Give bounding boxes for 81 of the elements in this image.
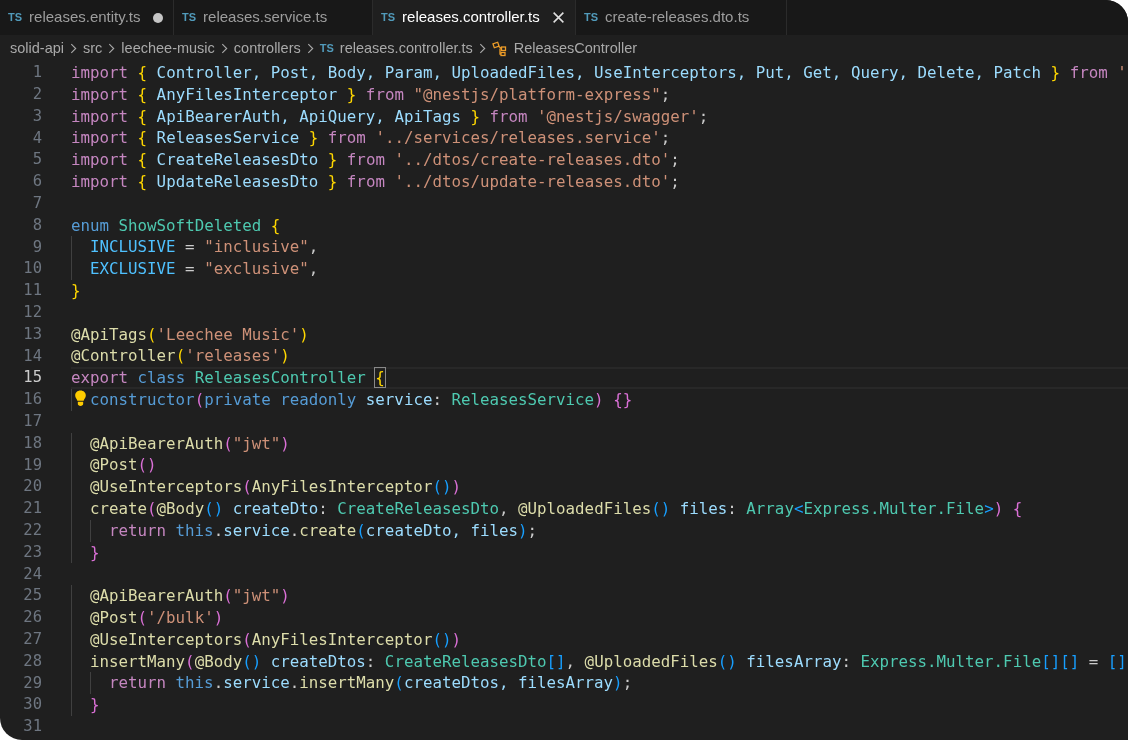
line-number: 8 — [31, 214, 42, 236]
line-number: 3 — [31, 105, 42, 127]
line-number: 29 — [22, 672, 42, 694]
code-line: import { ApiBearerAuth, ApiQuery, ApiTags } from '@nestjs/swagger'; — [71, 105, 709, 128]
chevron-icon — [70, 43, 77, 54]
lightbulb-icon[interactable] — [74, 389, 87, 407]
line-number: 25 — [22, 585, 42, 607]
code-line: constructor(private readonly service: ReleasesService) {} — [90, 388, 633, 411]
code-line: @ApiTags('Leechee Music') — [71, 323, 309, 346]
code-line: @Controller('releases') — [71, 345, 290, 368]
line-number: 5 — [31, 149, 42, 171]
line-number: 28 — [22, 650, 42, 672]
code-line: import { UpdateReleasesDto } from '../dtos/update-releases.dto'; — [71, 171, 680, 193]
line-number: 24 — [22, 563, 42, 585]
line-number: 23 — [22, 541, 42, 563]
typescript-icon: TS — [319, 40, 334, 57]
line-number: 19 — [22, 454, 42, 476]
line-number: 18 — [22, 432, 42, 454]
tab-label: create-releases.dto.ts — [605, 7, 751, 28]
line-number: 16 — [22, 389, 42, 411]
code-line: @ApiBearerAuth("jwt") — [90, 432, 290, 455]
code-line: } — [90, 694, 100, 716]
line-number: 11 — [22, 280, 42, 302]
code-line: return this.service.create(createDto, files); — [109, 519, 538, 542]
line-number: 21 — [22, 498, 42, 520]
line-number: 13 — [22, 323, 42, 345]
code-line: } — [71, 279, 81, 302]
line-number: 1 — [31, 62, 42, 84]
tab-label: releases.service.ts — [203, 7, 329, 28]
code-line: @UseInterceptors(AnyFilesInterceptor()) — [90, 476, 461, 498]
code-line: @ApiBearerAuth("jwt") — [90, 585, 290, 607]
line-number: 22 — [22, 520, 42, 541]
line-number: 10 — [22, 258, 42, 280]
breadcrumb-item[interactable]: solid-api — [10, 37, 64, 60]
breadcrumb-item[interactable]: ReleasesController — [513, 37, 638, 60]
code-line: import { Controller, Post, Body, Param, UploadedFiles, UseInterceptors, Put, Get, Query, Delete, Patch } from ' — [71, 62, 1127, 84]
line-number: 26 — [22, 607, 42, 629]
code-line: @Post('/bulk') — [90, 606, 224, 629]
chevron-icon — [108, 43, 116, 54]
breadcrumb-item[interactable]: leechee-music — [121, 37, 215, 60]
line-number: 2 — [31, 84, 42, 106]
chevron-icon — [478, 43, 486, 54]
close-icon[interactable] — [552, 11, 565, 24]
line-number: 31 — [22, 716, 42, 738]
class-symbol-icon — [491, 40, 508, 57]
code-line: @UseInterceptors(AnyFilesInterceptor()) — [90, 628, 461, 651]
line-number: 15 — [22, 367, 42, 389]
line-number: 30 — [22, 694, 42, 716]
code-line: insertMany(@Body() createDtos: CreateReleasesDto[], @UploadedFiles() filesArray: Express.Multer.File[][] = [] — [90, 650, 1127, 673]
tab-label: releases.controller.ts — [402, 7, 541, 28]
editor-tab[interactable]: TS releases.controller.ts — [373, 0, 576, 35]
breadcrumb-item[interactable]: controllers — [233, 37, 301, 60]
code-line: export class ReleasesController { — [71, 367, 385, 389]
line-number: 17 — [22, 411, 42, 433]
line-number: 4 — [31, 127, 42, 149]
code-line: import { CreateReleasesDto } from '../dtos/create-releases.dto'; — [71, 149, 680, 171]
typescript-icon: TS — [381, 9, 396, 26]
line-number: 6 — [31, 171, 42, 193]
code-line: import { ReleasesService } from '../services/releases.service'; — [71, 127, 671, 150]
line-number: 27 — [22, 629, 42, 650]
code-line: return this.service.insertMany(createDtos, filesArray); — [109, 672, 633, 695]
code-line: enum ShowSoftDeleted { — [71, 214, 281, 237]
chevron-icon — [220, 43, 228, 54]
tab-label: releases.entity.ts — [29, 7, 142, 28]
line-number: 12 — [22, 302, 42, 324]
line-number: 20 — [22, 476, 42, 498]
code-line: } — [90, 541, 100, 564]
breadcrumb-item[interactable]: releases.controller.ts — [339, 37, 473, 60]
code-line: create(@Body() createDto: CreateReleasesDto, @UploadedFiles() files: Array<Express.Multer.File>) { — [90, 497, 1023, 520]
line-number: 14 — [22, 345, 42, 367]
code-line: import { AnyFilesInterceptor } from "@nestjs/platform-express"; — [71, 83, 671, 106]
typescript-icon: TS — [584, 9, 599, 26]
breadcrumb-item[interactable]: src — [83, 37, 103, 60]
chevron-icon — [306, 43, 314, 54]
typescript-icon: TS — [8, 9, 23, 26]
code-line: @Post() — [90, 454, 157, 477]
code-line: EXCLUSIVE = "exclusive", — [90, 258, 319, 280]
line-number: 9 — [31, 236, 42, 258]
typescript-icon: TS — [182, 9, 197, 26]
code-line: INCLUSIVE = "inclusive", — [90, 236, 319, 259]
line-number: 7 — [31, 193, 42, 215]
